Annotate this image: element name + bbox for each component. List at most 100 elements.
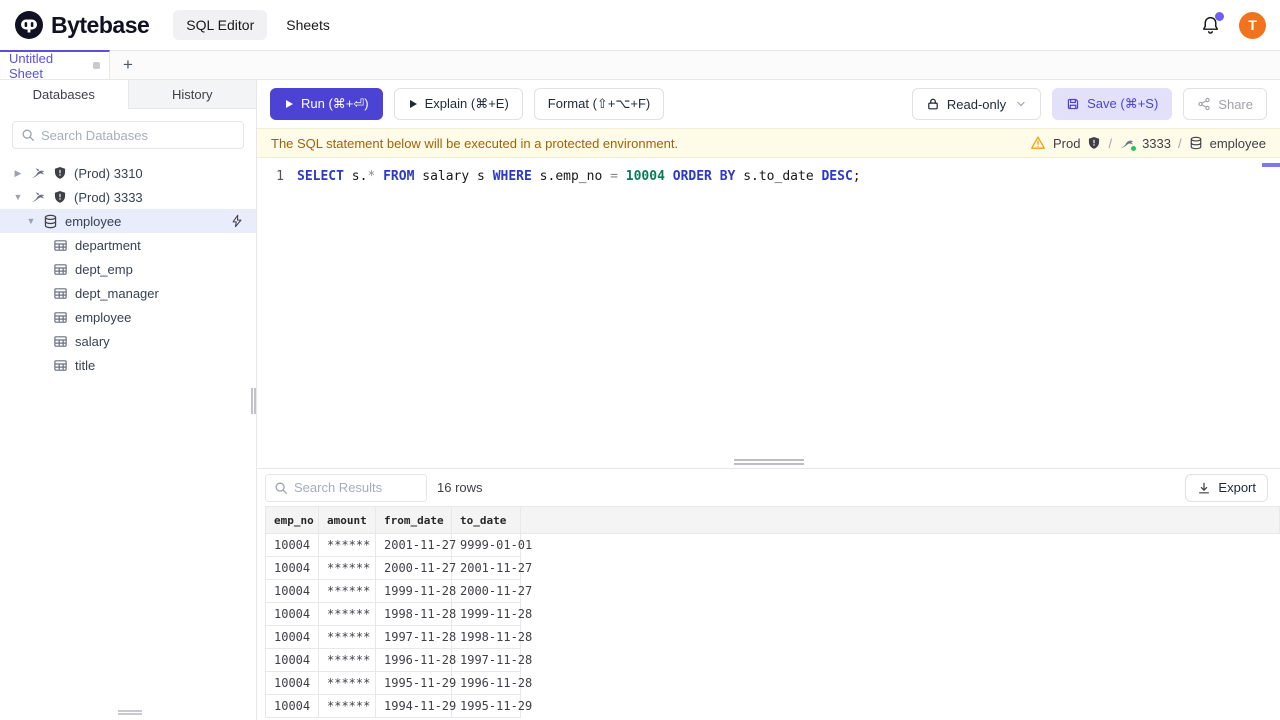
main-panel: Run (⌘+⏎) Explain (⌘+E) Format (⇧+⌥+F) R…	[257, 80, 1280, 720]
add-sheet-button[interactable]: +	[110, 51, 146, 79]
result-cell: 10004	[265, 556, 319, 580]
run-button[interactable]: Run (⌘+⏎)	[270, 88, 383, 120]
export-button[interactable]: Export	[1185, 473, 1268, 502]
result-cell: 1998-11-28	[375, 602, 456, 626]
tree-table-title[interactable]: title	[0, 353, 256, 377]
instance-label[interactable]: 3333	[1142, 136, 1171, 151]
result-cell-filler	[521, 672, 1280, 695]
table-list: department dept_emp dept_manager employee sa…	[0, 233, 256, 377]
notification-bell-icon[interactable]	[1200, 11, 1224, 36]
save-button[interactable]: Save (⌘+S)	[1052, 88, 1173, 120]
search-icon	[274, 481, 288, 495]
result-row[interactable]: 10004 ****** 2000-11-27 2001-11-27	[265, 556, 1280, 580]
result-cell: 1997-11-28	[375, 625, 456, 649]
tree-database-employee[interactable]: ▼ employee	[0, 209, 256, 233]
caret-down-icon: ▼	[13, 192, 23, 202]
tab-databases[interactable]: Databases	[0, 80, 129, 109]
table-icon	[53, 262, 68, 277]
bytebase-logo-icon	[14, 10, 44, 40]
tree-table-dept_emp[interactable]: dept_emp	[0, 257, 256, 281]
tree-instance-3310[interactable]: ▶ (Prod) 3310	[0, 161, 256, 185]
column-header-emp_no[interactable]: emp_no	[265, 506, 319, 534]
result-cell-filler	[521, 557, 1280, 580]
bolt-icon[interactable]	[230, 214, 244, 228]
database-search	[12, 121, 244, 149]
result-cell: ******	[318, 533, 376, 557]
top-nav: SQL Editor Sheets	[173, 10, 343, 40]
share-icon	[1198, 97, 1210, 111]
tree-table-salary[interactable]: salary	[0, 329, 256, 353]
result-cell: 1999-11-28	[375, 579, 456, 603]
unsaved-dot-icon	[93, 62, 100, 69]
result-row[interactable]: 10004 ****** 1995-11-29 1996-11-28	[265, 671, 1280, 695]
result-row[interactable]: 10004 ****** 2001-11-27 9999-01-01	[265, 533, 1280, 557]
database-label[interactable]: employee	[1210, 136, 1266, 151]
result-cell: 9999-01-01	[451, 533, 532, 557]
banner-message: The SQL statement below will be executed…	[271, 135, 679, 151]
search-databases-input[interactable]	[41, 127, 235, 143]
result-cell: 1994-11-29	[375, 694, 456, 718]
database-tree: ▶ (Prod) 3310 ▼ (Prod) 3333 ▼ employee d…	[0, 161, 256, 377]
result-cell: 1995-11-29	[451, 694, 532, 718]
nav-sheets[interactable]: Sheets	[273, 10, 343, 40]
result-row[interactable]: 10004 ****** 1994-11-29 1995-11-29	[265, 694, 1280, 718]
column-header-amount[interactable]: amount	[318, 506, 376, 534]
top-header: Bytebase SQL Editor Sheets T	[0, 0, 1280, 50]
result-cell: 10004	[265, 579, 319, 603]
result-cell: ******	[318, 602, 376, 626]
result-cell-filler	[521, 580, 1280, 603]
result-cell: ******	[318, 671, 376, 695]
result-cell-filler	[521, 649, 1280, 672]
result-row[interactable]: 10004 ****** 1997-11-28 1998-11-28	[265, 625, 1280, 649]
tab-untitled-sheet[interactable]: Untitled Sheet	[0, 50, 110, 81]
bytebase-logo[interactable]: Bytebase	[14, 10, 150, 40]
database-icon	[1189, 136, 1203, 150]
search-icon	[21, 128, 35, 142]
result-cell: 2001-11-27	[451, 556, 532, 580]
result-cell: 2000-11-27	[451, 579, 532, 603]
instance-label: (Prod) 3310	[74, 165, 143, 181]
result-cell: 1996-11-28	[375, 648, 456, 672]
column-header-from_date[interactable]: from_date	[375, 506, 452, 534]
results-table: emp_no amount from_date to_date 10004 ******…	[265, 506, 1280, 718]
tab-history[interactable]: History	[129, 80, 257, 108]
panel-resize-handle[interactable]	[733, 459, 804, 465]
format-button[interactable]: Format (⇧+⌥+F)	[533, 88, 665, 120]
line-number: 1	[276, 169, 284, 184]
tree-table-dept_manager[interactable]: dept_manager	[0, 281, 256, 305]
tree-instance-3333[interactable]: ▼ (Prod) 3333	[0, 185, 256, 209]
share-button[interactable]: Share	[1183, 88, 1267, 120]
result-cell: ******	[318, 648, 376, 672]
sidebar-bottom-handle[interactable]	[118, 710, 142, 715]
nav-sql-editor[interactable]: SQL Editor	[173, 10, 268, 40]
readonly-mode-button[interactable]: Read-only	[911, 88, 1042, 120]
table-label: department	[75, 237, 141, 253]
sql-editor[interactable]: 1 SELECT s.* FROM salary s WHERE s.emp_n…	[257, 158, 1280, 455]
play-icon	[409, 100, 417, 108]
column-header-to_date[interactable]: to_date	[451, 506, 521, 534]
result-cell: 2001-11-27	[375, 533, 456, 557]
result-row[interactable]: 10004 ****** 1998-11-28 1999-11-28	[265, 602, 1280, 626]
result-row[interactable]: 10004 ****** 1996-11-28 1997-11-28	[265, 648, 1280, 672]
protected-environment-banner: The SQL statement below will be executed…	[257, 128, 1280, 158]
sidebar-tabs: Databases History	[0, 80, 256, 109]
results-toolbar: 16 rows Export	[257, 469, 1280, 506]
sidebar-resize-handle[interactable]	[251, 388, 256, 414]
tree-table-employee[interactable]: employee	[0, 305, 256, 329]
explain-button[interactable]: Explain (⌘+E)	[393, 88, 523, 120]
result-cell: 10004	[265, 625, 319, 649]
result-cell: 1997-11-28	[451, 648, 532, 672]
result-row[interactable]: 10004 ****** 1999-11-28 2000-11-27	[265, 579, 1280, 603]
table-label: dept_manager	[75, 285, 159, 301]
sheet-tab-strip: Untitled Sheet +	[0, 50, 1280, 81]
download-icon	[1199, 482, 1210, 493]
results-header-row: emp_no amount from_date to_date	[265, 506, 1280, 534]
result-cell-filler	[521, 695, 1280, 718]
shield-alert-icon	[53, 190, 67, 204]
avatar[interactable]: T	[1239, 11, 1266, 39]
tree-table-department[interactable]: department	[0, 233, 256, 257]
result-cell-filler	[521, 603, 1280, 626]
chevron-down-icon	[1017, 101, 1025, 107]
connection-breadcrumb: Prod / 3333 / employee	[1030, 135, 1266, 151]
caret-right-icon: ▶	[14, 167, 22, 178]
